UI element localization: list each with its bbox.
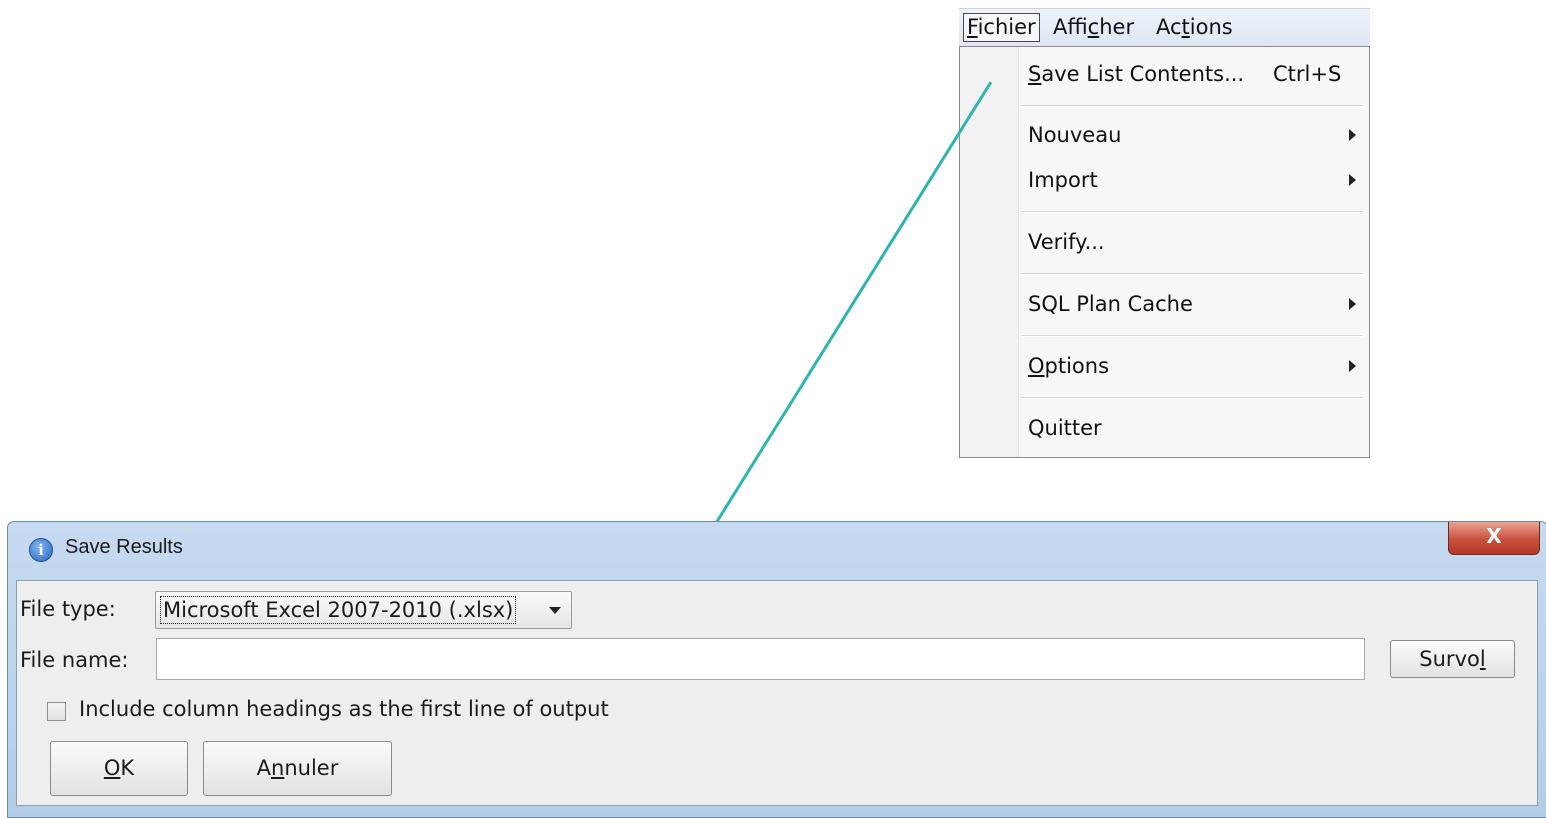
browse-button-label: Survol — [1419, 647, 1486, 671]
browse-button[interactable]: Survol — [1390, 640, 1515, 678]
file-type-label: File type: — [20, 597, 116, 621]
menu-item-label: Quitter — [1028, 416, 1102, 440]
menu-item-nouveau[interactable]: Nouveau — [1028, 120, 1358, 150]
menu-actions[interactable]: Actions — [1153, 14, 1236, 41]
menu-separator — [1021, 105, 1363, 107]
menu-item-label: Save List Contents... — [1028, 62, 1245, 86]
dialog-body: File type: Microsoft Excel 2007-2010 (.x… — [16, 580, 1538, 806]
menu-separator — [1021, 211, 1363, 213]
ok-button-label: OK — [103, 756, 135, 780]
file-type-value: Microsoft Excel 2007-2010 (.xlsx) — [160, 596, 517, 624]
connector-line — [691, 81, 993, 561]
ok-button[interactable]: OK — [50, 741, 188, 796]
menu-separator — [1021, 335, 1363, 337]
menu-gutter — [960, 47, 1019, 457]
info-icon: i — [29, 538, 53, 562]
close-button[interactable]: X — [1448, 522, 1540, 555]
close-icon: X — [1486, 524, 1502, 548]
menu-fichier[interactable]: Fichier — [963, 13, 1040, 42]
dialog-title: Save Results — [65, 536, 183, 558]
chevron-down-icon — [549, 607, 561, 614]
menubar: Fichier Afficher Actions — [959, 8, 1370, 47]
menu-item-import[interactable]: Import — [1028, 165, 1358, 195]
menu-item-label: Options — [1028, 354, 1110, 378]
menu-panel: Fichier Afficher Actions Save List Conte… — [959, 8, 1370, 458]
menu-item-shortcut: Ctrl+S — [1273, 62, 1342, 86]
menu-item-verify[interactable]: Verify... — [1028, 227, 1358, 257]
include-headings-checkbox[interactable] — [47, 702, 66, 721]
save-results-dialog: i Save Results X File type: Microsoft Ex… — [7, 521, 1546, 818]
cancel-button-label: Annuler — [256, 756, 339, 780]
menu-item-quitter[interactable]: Quitter — [1028, 413, 1358, 443]
include-headings-label: Include column headings as the first lin… — [79, 697, 609, 721]
menu-item-options[interactable]: Options — [1028, 351, 1358, 381]
menu-separator — [1021, 397, 1363, 399]
file-name-input[interactable] — [156, 638, 1365, 680]
cancel-button[interactable]: Annuler — [203, 741, 392, 796]
menu-item-label: SQL Plan Cache — [1028, 292, 1193, 316]
file-name-label: File name: — [20, 648, 129, 672]
menu-afficher[interactable]: Afficher — [1050, 14, 1137, 41]
fichier-dropdown: Save List Contents... Ctrl+S Nouveau Imp… — [959, 46, 1370, 458]
menu-item-label: Verify... — [1028, 230, 1105, 254]
submenu-arrow-icon — [1349, 129, 1356, 141]
menu-item-label: Import — [1028, 168, 1098, 192]
submenu-arrow-icon — [1349, 174, 1356, 186]
menu-separator — [1021, 273, 1363, 275]
menu-item-sql-plan-cache[interactable]: SQL Plan Cache — [1028, 289, 1358, 319]
submenu-arrow-icon — [1349, 298, 1356, 310]
menu-item-label: Nouveau — [1028, 123, 1122, 147]
submenu-arrow-icon — [1349, 360, 1356, 372]
menu-item-save-list-contents[interactable]: Save List Contents... Ctrl+S — [1028, 59, 1358, 89]
file-type-select[interactable]: Microsoft Excel 2007-2010 (.xlsx) — [155, 591, 572, 629]
